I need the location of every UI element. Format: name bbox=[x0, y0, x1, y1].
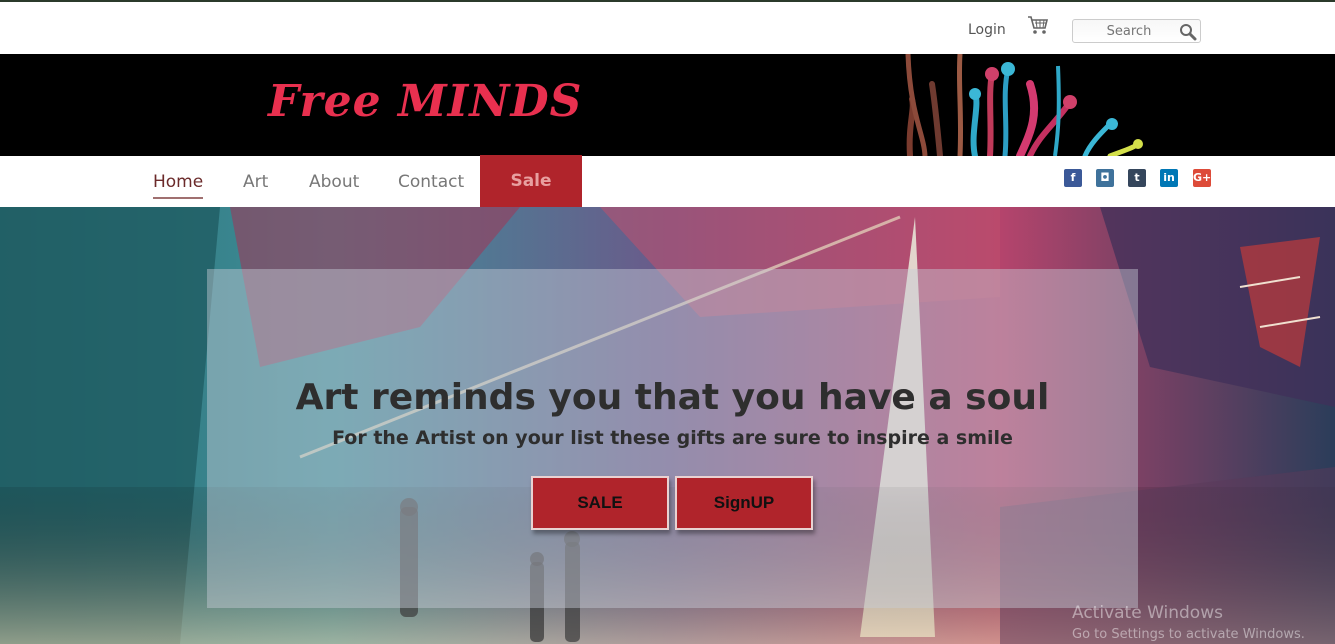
login-link[interactable]: Login bbox=[968, 22, 1006, 38]
nav-item-about[interactable]: About bbox=[309, 172, 359, 192]
search-input[interactable] bbox=[1079, 23, 1179, 40]
site-logo[interactable]: Free MINDS bbox=[268, 76, 582, 127]
hero-subheadline: For the Artist on your list these gifts … bbox=[332, 427, 1013, 449]
hero-section: Art reminds you that you have a soul For… bbox=[0, 207, 1335, 644]
watermark-title: Activate Windows bbox=[1072, 603, 1223, 623]
tumblr-icon[interactable]: t bbox=[1128, 169, 1146, 187]
shopping-cart-icon[interactable] bbox=[1027, 14, 1049, 36]
nav-item-home[interactable]: Home bbox=[153, 172, 204, 199]
search-box bbox=[1072, 19, 1201, 43]
signup-button[interactable]: SignUP bbox=[675, 476, 813, 530]
hero-headline: Art reminds you that you have a soul bbox=[295, 377, 1050, 418]
main-nav: Home Art About Contact Sale f ◘ t in G+ bbox=[0, 155, 1335, 207]
activate-windows-watermark: Activate Windows Go to Settings to activ… bbox=[1072, 603, 1305, 642]
sale-button[interactable]: SALE bbox=[531, 476, 669, 530]
linkedin-icon[interactable]: in bbox=[1160, 169, 1178, 187]
top-bar: Login bbox=[0, 0, 1335, 54]
nav-item-contact[interactable]: Contact bbox=[398, 172, 464, 192]
brand-banner: Free MINDS bbox=[0, 54, 1335, 156]
hero-overlay: Art reminds you that you have a soul For… bbox=[207, 269, 1138, 608]
facebook-icon[interactable]: f bbox=[1064, 169, 1082, 187]
google-plus-icon[interactable]: G+ bbox=[1193, 169, 1211, 187]
search-icon[interactable] bbox=[1179, 23, 1197, 41]
nav-item-sale[interactable]: Sale bbox=[480, 155, 582, 207]
instagram-icon[interactable]: ◘ bbox=[1096, 169, 1114, 187]
paint-drips-illustration bbox=[905, 54, 1143, 156]
nav-item-art[interactable]: Art bbox=[243, 172, 268, 192]
watermark-subtitle: Go to Settings to activate Windows. bbox=[1072, 627, 1305, 642]
